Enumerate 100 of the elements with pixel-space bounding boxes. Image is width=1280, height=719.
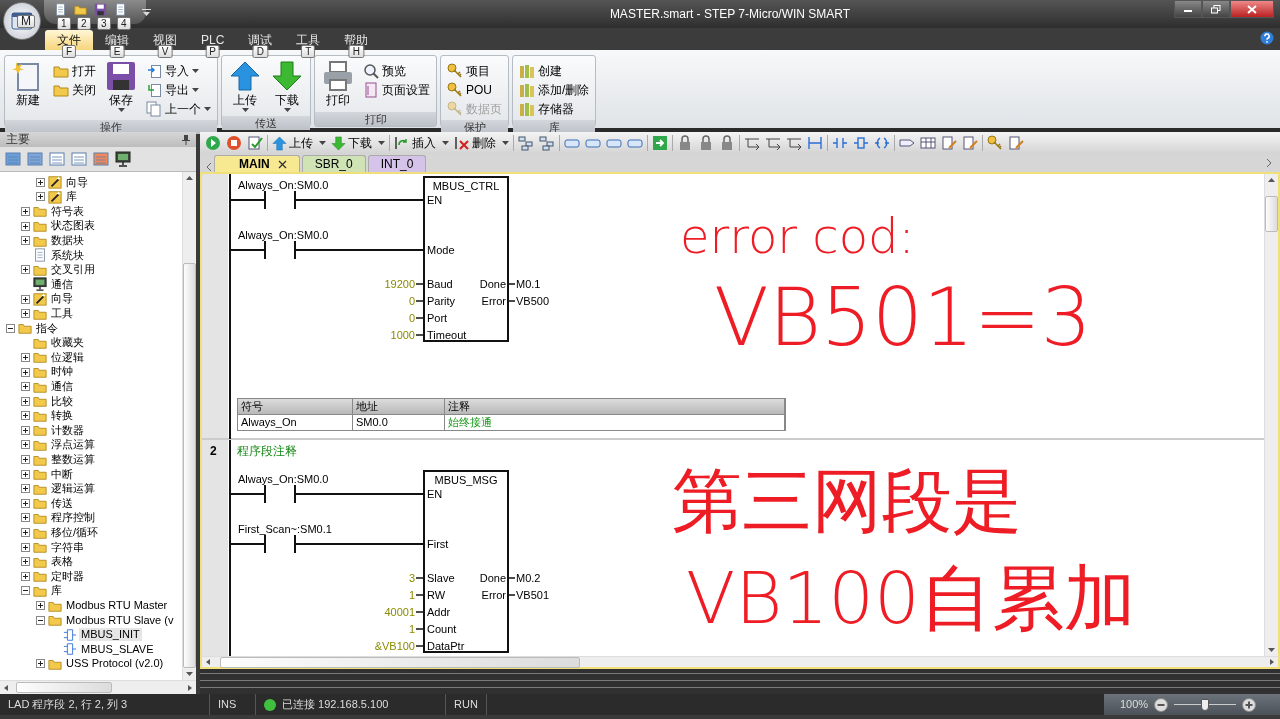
tree-item[interactable]: Modbus RTU Slave (v: [64, 613, 176, 627]
expand-icon[interactable]: [20, 396, 30, 406]
toolbar-button[interactable]: [246, 135, 264, 151]
zoom-in-icon[interactable]: [1242, 697, 1257, 712]
restore-button[interactable]: [1202, 0, 1230, 18]
expand-icon[interactable]: [35, 601, 45, 610]
toolbar-button[interactable]: [204, 135, 222, 151]
tree-item[interactable]: MBUS_SLAVE: [79, 642, 156, 656]
toolbar-button[interactable]: 下载: [330, 135, 386, 151]
ribbon-button[interactable]: 导入: [144, 62, 213, 80]
expand-icon[interactable]: [20, 440, 30, 450]
collapse-icon[interactable]: [20, 586, 30, 596]
tree-item[interactable]: 整数运算: [49, 453, 97, 467]
tree-item[interactable]: 库: [49, 584, 64, 598]
tree-item[interactable]: 浮点运算: [49, 438, 97, 452]
toolbar-button[interactable]: [764, 135, 782, 151]
ribbon-button[interactable]: 上一个: [144, 100, 213, 118]
collapse-icon[interactable]: [35, 615, 45, 625]
tree-item[interactable]: 位逻辑: [49, 350, 86, 364]
tree-item[interactable]: 收藏夹: [49, 336, 86, 350]
tree-item[interactable]: 符号表: [49, 204, 86, 219]
expand-icon[interactable]: [20, 469, 30, 479]
toolbar-button[interactable]: [517, 135, 535, 151]
ribbon-button[interactable]: 关闭: [51, 81, 98, 99]
tree-item[interactable]: 移位/循环: [49, 525, 101, 540]
ribbon-button[interactable]: 打印: [319, 58, 357, 110]
toolbar-button[interactable]: [986, 135, 1004, 151]
expand-icon[interactable]: [20, 557, 30, 567]
expand-icon[interactable]: [20, 221, 30, 231]
tree-item[interactable]: 指令: [34, 321, 60, 335]
collapse-icon[interactable]: [5, 323, 15, 333]
tree-item[interactable]: 时钟: [49, 365, 75, 379]
tree-item[interactable]: 中断: [49, 467, 75, 481]
tree-item[interactable]: 状态图表: [49, 219, 97, 233]
tab-scroll-left-icon[interactable]: [206, 162, 212, 172]
ribbon-button[interactable]: 上传: [226, 58, 264, 115]
ribbon-button[interactable]: POU: [445, 81, 504, 99]
tree-item[interactable]: 通信: [49, 380, 75, 394]
ribbon-button[interactable]: 项目: [445, 62, 504, 80]
expand-icon[interactable]: [20, 542, 30, 552]
tree-item[interactable]: USS Protocol (v2.0): [64, 657, 166, 671]
tree-item[interactable]: 数据块: [49, 234, 86, 248]
ribbon-button[interactable]: 新建: [9, 58, 47, 118]
ribbon-button[interactable]: 页面设置: [361, 81, 432, 99]
quick-access-button[interactable]: [54, 3, 67, 16]
tree-item[interactable]: 系统块: [49, 248, 86, 262]
expand-icon[interactable]: [20, 207, 30, 216]
close-icon[interactable]: [277, 159, 287, 169]
toolbar-button[interactable]: [651, 135, 669, 151]
ribbon-button[interactable]: 预览: [361, 62, 432, 80]
toolbar-button[interactable]: 插入: [393, 135, 450, 151]
expand-icon[interactable]: [20, 382, 30, 392]
expand-icon[interactable]: [35, 659, 45, 669]
toolbar-button[interactable]: [940, 135, 958, 151]
application-button[interactable]: M: [3, 2, 41, 40]
toolbar-button[interactable]: [919, 135, 937, 151]
zoom-out-icon[interactable]: [1154, 697, 1169, 712]
customize-dropdown-icon[interactable]: [142, 9, 151, 17]
tree-item[interactable]: 逻辑运算: [49, 482, 97, 496]
expand-icon[interactable]: [20, 367, 30, 377]
expand-icon[interactable]: [20, 236, 30, 246]
tree-item[interactable]: 比较: [49, 394, 75, 408]
expand-icon[interactable]: [20, 484, 30, 494]
toolbar-button[interactable]: [806, 135, 824, 151]
pane-tool-button[interactable]: [115, 151, 131, 167]
expand-icon[interactable]: [20, 571, 30, 581]
toolbar-button[interactable]: 上传: [271, 135, 327, 151]
toolbar-button[interactable]: [1007, 135, 1025, 151]
expand-icon[interactable]: [20, 411, 30, 421]
tree-item[interactable]: 传送: [49, 496, 75, 510]
tree-item[interactable]: 程序控制: [49, 511, 97, 525]
expand-icon[interactable]: [35, 192, 45, 202]
expand-icon[interactable]: [20, 455, 30, 465]
toolbar-button[interactable]: [961, 135, 979, 151]
expand-icon[interactable]: [20, 425, 30, 435]
tree-item[interactable]: 交叉引用: [49, 263, 97, 277]
quick-access-button[interactable]: [94, 3, 107, 16]
help-icon[interactable]: [1260, 31, 1274, 45]
toolbar-button[interactable]: 删除: [453, 135, 510, 151]
tree-item[interactable]: 计数器: [49, 423, 86, 437]
close-button[interactable]: [1230, 0, 1274, 18]
ribbon-button[interactable]: 添加/删除: [517, 81, 592, 99]
editor-tab[interactable]: SBR_0: [301, 155, 366, 172]
tree-item[interactable]: 库: [64, 190, 79, 204]
editor-tab[interactable]: INT_0: [367, 155, 427, 172]
tree-item[interactable]: MBUS_INIT: [79, 628, 142, 642]
ribbon-button[interactable]: 打开: [51, 62, 98, 80]
slider-thumb[interactable]: [1201, 698, 1210, 711]
ribbon-button[interactable]: 存储器: [517, 100, 592, 118]
quick-access-button[interactable]: [114, 3, 127, 16]
toolbar-button[interactable]: [873, 135, 891, 151]
toolbar-button[interactable]: [785, 135, 803, 151]
toolbar-button[interactable]: [852, 135, 870, 151]
expand-icon[interactable]: [20, 294, 30, 304]
toolbar-button[interactable]: [831, 135, 849, 151]
expand-icon[interactable]: [35, 177, 45, 187]
expand-icon[interactable]: [20, 352, 30, 362]
tree-item[interactable]: 向导: [64, 175, 90, 189]
tree-item[interactable]: 表格: [49, 555, 75, 569]
ribbon-button[interactable]: 保存: [102, 58, 140, 118]
